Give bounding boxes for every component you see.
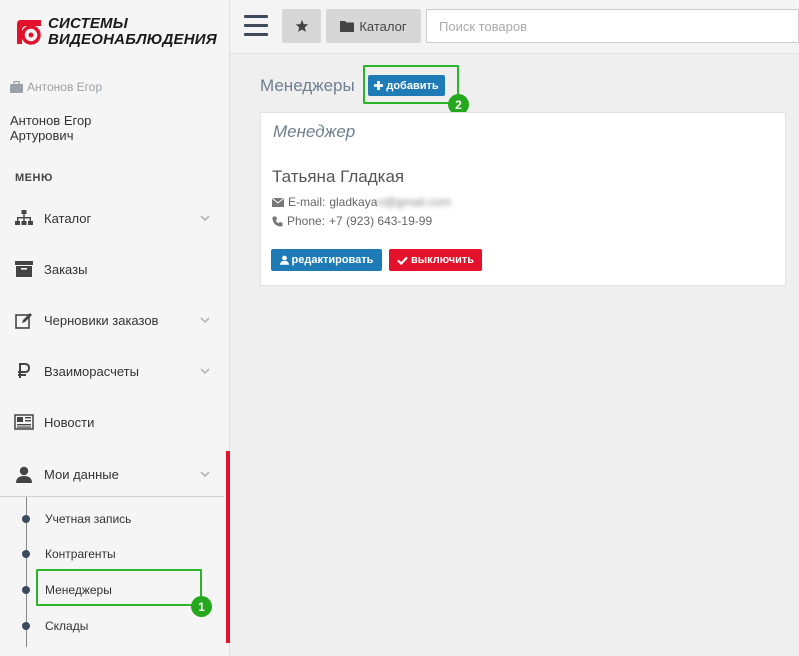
manager-name: Татьяна Гладкая [272,167,405,186]
sidebar-item-settlements[interactable]: Взаиморасчеты [0,351,228,391]
user-icon [14,464,34,484]
submenu-divider [0,496,224,497]
top-bar: Каталог [230,0,799,54]
menu-title: МЕНЮ [15,172,53,184]
user-short: Антонов Егор [10,80,102,94]
chevron-down-icon [200,317,210,324]
phone-icon [272,215,283,227]
briefcase-icon [10,81,23,93]
active-section-indicator [226,451,230,643]
sidebar-item-label: Мои данные [44,466,119,482]
highlight-box-managers [36,569,202,606]
chevron-down-icon [200,471,210,478]
submenu-item-account[interactable]: Учетная запись [0,504,224,534]
disable-manager-button[interactable]: выключить [389,249,482,271]
sidebar: СИСТЕМЫ ВИДЕОНАБЛЮДЕНИЯ Антонов Егор Ант… [0,0,230,656]
email-value: gladkaya [329,195,378,209]
sitemap-icon [14,208,34,228]
newspaper-icon [14,412,34,432]
folder-icon [340,21,355,32]
sidebar-item-label: Взаиморасчеты [44,363,139,379]
page-title: Менеджеры [260,76,355,95]
disable-button-label: выключить [410,254,475,266]
bullet-dot-icon [22,515,30,523]
logo-mark-icon [14,17,44,47]
submenu-item-counterparties[interactable]: Контрагенты [0,539,224,569]
sidebar-item-label: Черновики заказов [44,312,159,328]
card-heading: Менеджер [273,122,356,141]
favorites-button[interactable] [282,9,321,43]
logo-line-1: СИСТЕМЫ [48,15,128,32]
archive-box-icon [14,259,34,279]
sidebar-item-orders[interactable]: Заказы [0,249,228,289]
phone-label: Phone: [287,214,326,228]
user-icon [279,255,289,265]
hamburger-menu-icon[interactable] [244,15,268,37]
logo-line-2: ВИДЕОНАБЛЮДЕНИЯ [48,31,217,48]
catalog-button-label: Каталог [359,18,407,34]
sidebar-item-catalog[interactable]: Каталог [0,198,228,238]
edit-button-label: редактировать [291,254,374,266]
edit-manager-button[interactable]: редактировать [271,249,382,271]
bullet-dot-icon [22,550,30,558]
chevron-down-icon [200,215,210,222]
bullet-dot-icon [22,622,30,630]
highlight-box-add [363,65,459,104]
star-icon [295,19,308,32]
ruble-icon [14,361,34,381]
sidebar-item-news[interactable]: Новости [0,402,228,442]
user-full-name: Антонов Егор Артурович [10,113,92,143]
manager-phone: Phone: +7 (923) 643-19-99 [272,214,432,228]
email-hidden-part: n@gmail.com [377,195,451,209]
submenu-item-label: Учетная запись [45,512,132,526]
sidebar-item-label: Заказы [44,261,88,277]
sidebar-item-label: Новости [44,414,95,430]
brand-logo[interactable]: СИСТЕМЫ ВИДЕОНАБЛЮДЕНИЯ [14,16,217,48]
manager-card: Менеджер Татьяна Гладкая E-mail: gladkay… [260,112,786,286]
phone-value: +7 (923) 643-19-99 [329,214,433,228]
catalog-button[interactable]: Каталог [326,9,421,43]
envelope-icon [272,197,284,207]
submenu-item-label: Склады [45,619,89,633]
submenu-item-label: Контрагенты [45,547,116,561]
sidebar-item-label: Каталог [44,210,92,226]
email-label: E-mail: [288,195,326,209]
edit-icon [14,310,34,330]
bullet-dot-icon [22,586,30,594]
search-input[interactable] [426,9,799,43]
logo-text: СИСТЕМЫ ВИДЕОНАБЛЮДЕНИЯ [48,16,217,48]
manager-email: E-mail: gladkayan@gmail.com [272,195,451,209]
step-badge-1: 1 [191,596,212,617]
submenu-item-warehouses[interactable]: Склады [0,611,224,641]
sidebar-item-my-data[interactable]: Мои данные [0,454,228,494]
sidebar-item-drafts[interactable]: Черновики заказов [0,300,228,340]
chevron-down-icon [200,368,210,375]
checkmark-icon [397,256,408,265]
user-short-name: Антонов Егор [27,80,103,94]
